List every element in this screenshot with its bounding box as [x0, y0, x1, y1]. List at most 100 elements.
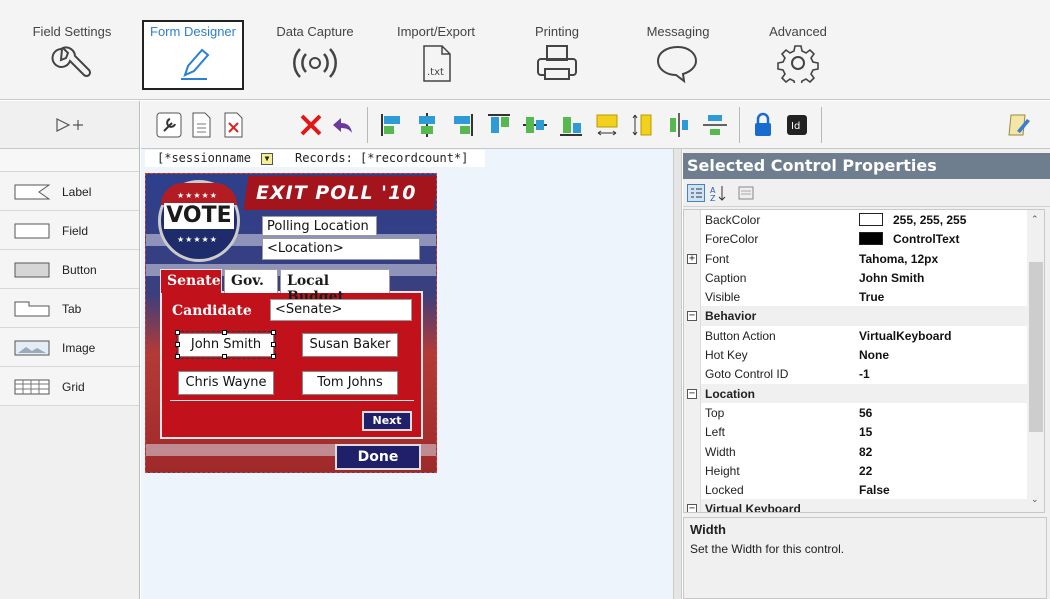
property-value-cell[interactable]: 82 — [859, 445, 872, 459]
tab-local-budget[interactable]: Local Budget — [280, 269, 390, 305]
scroll-up-icon[interactable]: ⌃ — [1031, 214, 1039, 225]
collapse-icon[interactable]: − — [687, 311, 697, 322]
pointer-tool[interactable] — [0, 101, 139, 149]
property-value-cell[interactable]: ControlText — [859, 232, 959, 246]
property-row[interactable]: Hot Key None — [684, 345, 1044, 365]
done-button[interactable]: Done — [335, 444, 421, 470]
row-gutter — [684, 441, 701, 461]
tab-data-capture[interactable]: Data Capture — [266, 22, 364, 88]
polling-location-label[interactable]: Polling Location — [262, 216, 377, 236]
resize-handle[interactable] — [222, 354, 227, 359]
palette-item-tab[interactable]: Tab — [0, 289, 139, 328]
location-field[interactable]: <Location> — [262, 238, 420, 260]
align-top-icon[interactable] — [485, 111, 513, 139]
property-row[interactable]: Left 15 — [684, 422, 1044, 442]
undo-icon[interactable] — [329, 111, 357, 139]
resize-handle[interactable] — [175, 342, 180, 347]
resize-handle[interactable] — [271, 342, 276, 347]
property-row[interactable]: Height 22 — [684, 460, 1044, 481]
property-grid-scrollbar[interactable]: ⌃ ⌄ — [1027, 210, 1044, 512]
lock-icon[interactable] — [749, 111, 777, 139]
candidate-field[interactable]: <Senate> — [270, 299, 412, 321]
property-category[interactable]: − Location — [684, 383, 1044, 403]
property-category[interactable]: − Virtual Keyboard — [684, 499, 1044, 512]
same-width-icon[interactable] — [593, 111, 621, 139]
properties-wrench-icon[interactable] — [155, 111, 183, 139]
delete-icon[interactable] — [297, 111, 325, 139]
tab-gov[interactable]: Gov. — [224, 269, 278, 293]
property-value-cell[interactable]: None — [859, 348, 889, 362]
property-value-cell[interactable]: Tahoma, 12px — [859, 252, 938, 266]
align-middle-icon[interactable] — [521, 111, 549, 139]
property-value-cell[interactable]: 15 — [859, 425, 872, 439]
scrollbar-thumb[interactable] — [1029, 262, 1043, 432]
property-row[interactable]: Goto Control ID -1 — [684, 364, 1044, 384]
candidate-button-chris-wayne[interactable]: Chris Wayne — [178, 371, 274, 395]
candidate-button-tom-johns[interactable]: Tom Johns — [302, 371, 398, 395]
resize-handle[interactable] — [175, 330, 180, 335]
splitter[interactable] — [673, 149, 682, 599]
resize-handle[interactable] — [222, 330, 227, 335]
property-row[interactable]: Top 56 — [684, 402, 1044, 423]
property-row[interactable]: BackColor 255, 255, 255 — [684, 210, 1044, 230]
palette-item-field[interactable]: Field — [0, 211, 139, 250]
property-value-cell[interactable]: -1 — [859, 367, 870, 381]
collapse-icon[interactable]: − — [687, 504, 697, 512]
next-button[interactable]: Next — [362, 411, 412, 431]
property-row[interactable]: ForeColor ControlText — [684, 229, 1044, 249]
align-right-icon[interactable] — [449, 111, 477, 139]
property-row[interactable]: Button Action VirtualKeyboard — [684, 325, 1044, 346]
palette-item-grid[interactable]: Grid — [0, 367, 139, 406]
delete-page-icon[interactable] — [219, 111, 247, 139]
palette-label: Button — [62, 263, 97, 277]
property-value-cell[interactable]: John Smith — [859, 271, 924, 285]
align-bottom-icon[interactable] — [557, 111, 585, 139]
control-id-icon[interactable]: Id — [783, 111, 811, 139]
resize-handle[interactable] — [271, 330, 276, 335]
center-vertical-icon[interactable] — [701, 111, 729, 139]
property-value-cell[interactable]: 22 — [859, 464, 872, 478]
scroll-down-icon[interactable]: ⌄ — [1031, 494, 1039, 505]
property-value-cell[interactable]: VirtualKeyboard — [859, 329, 951, 343]
property-grid[interactable]: BackColor 255, 255, 255 ForeColor ControlTe… — [683, 209, 1045, 513]
edit-script-icon[interactable] — [1005, 111, 1033, 139]
property-value: Tahoma, 12px — [859, 251, 939, 266]
tab-field-settings[interactable]: Field Settings — [22, 22, 122, 88]
property-value-cell[interactable]: 56 — [859, 406, 872, 420]
resize-handle[interactable] — [271, 354, 276, 359]
property-value-cell[interactable]: 255, 255, 255 — [859, 213, 966, 227]
property-category[interactable]: − Behavior — [684, 306, 1044, 326]
tab-advanced[interactable]: Advanced — [758, 22, 838, 88]
property-pages-icon[interactable] — [737, 184, 755, 202]
resize-handle[interactable] — [175, 354, 180, 359]
sort-alphabetical-icon[interactable]: AZ — [709, 184, 727, 202]
tab-control[interactable]: Senate Gov. Local Budget Candidate <Sena… — [160, 269, 423, 439]
property-row[interactable]: + Font Tahoma, 12px — [684, 248, 1044, 268]
session-name-field: [*sessionname — [157, 151, 251, 165]
align-left-icon[interactable] — [377, 111, 405, 139]
collapse-icon[interactable]: − — [687, 388, 697, 399]
tab-printing[interactable]: Printing — [520, 22, 594, 88]
align-center-icon[interactable] — [413, 111, 441, 139]
help-description: Set the Width for this control. — [690, 542, 845, 556]
property-value-cell[interactable]: True — [859, 290, 884, 304]
tab-import-export[interactable]: Import/Export .txt — [388, 22, 484, 88]
new-page-icon[interactable] — [187, 111, 215, 139]
property-row[interactable]: Visible True — [684, 287, 1044, 307]
expand-icon[interactable]: + — [687, 253, 697, 264]
property-value-cell[interactable]: False — [859, 483, 890, 497]
categorized-icon[interactable] — [687, 184, 705, 202]
filter-icon[interactable]: ▼ — [261, 153, 273, 165]
palette-item-label[interactable]: Label — [0, 172, 139, 211]
center-horizontal-icon[interactable] — [665, 111, 693, 139]
property-row[interactable]: Caption John Smith — [684, 267, 1044, 288]
palette-item-button[interactable]: Button — [0, 250, 139, 289]
property-row[interactable]: Locked False — [684, 480, 1044, 500]
palette-item-image[interactable]: Image — [0, 328, 139, 367]
tab-form-designer[interactable]: Form Designer — [142, 20, 244, 90]
same-height-icon[interactable] — [629, 111, 657, 139]
candidate-button-susan-baker[interactable]: Susan Baker — [302, 333, 398, 357]
property-row[interactable]: Width 82 — [684, 441, 1044, 461]
tab-senate[interactable]: Senate — [160, 269, 222, 293]
tab-messaging[interactable]: Messaging — [636, 22, 720, 88]
